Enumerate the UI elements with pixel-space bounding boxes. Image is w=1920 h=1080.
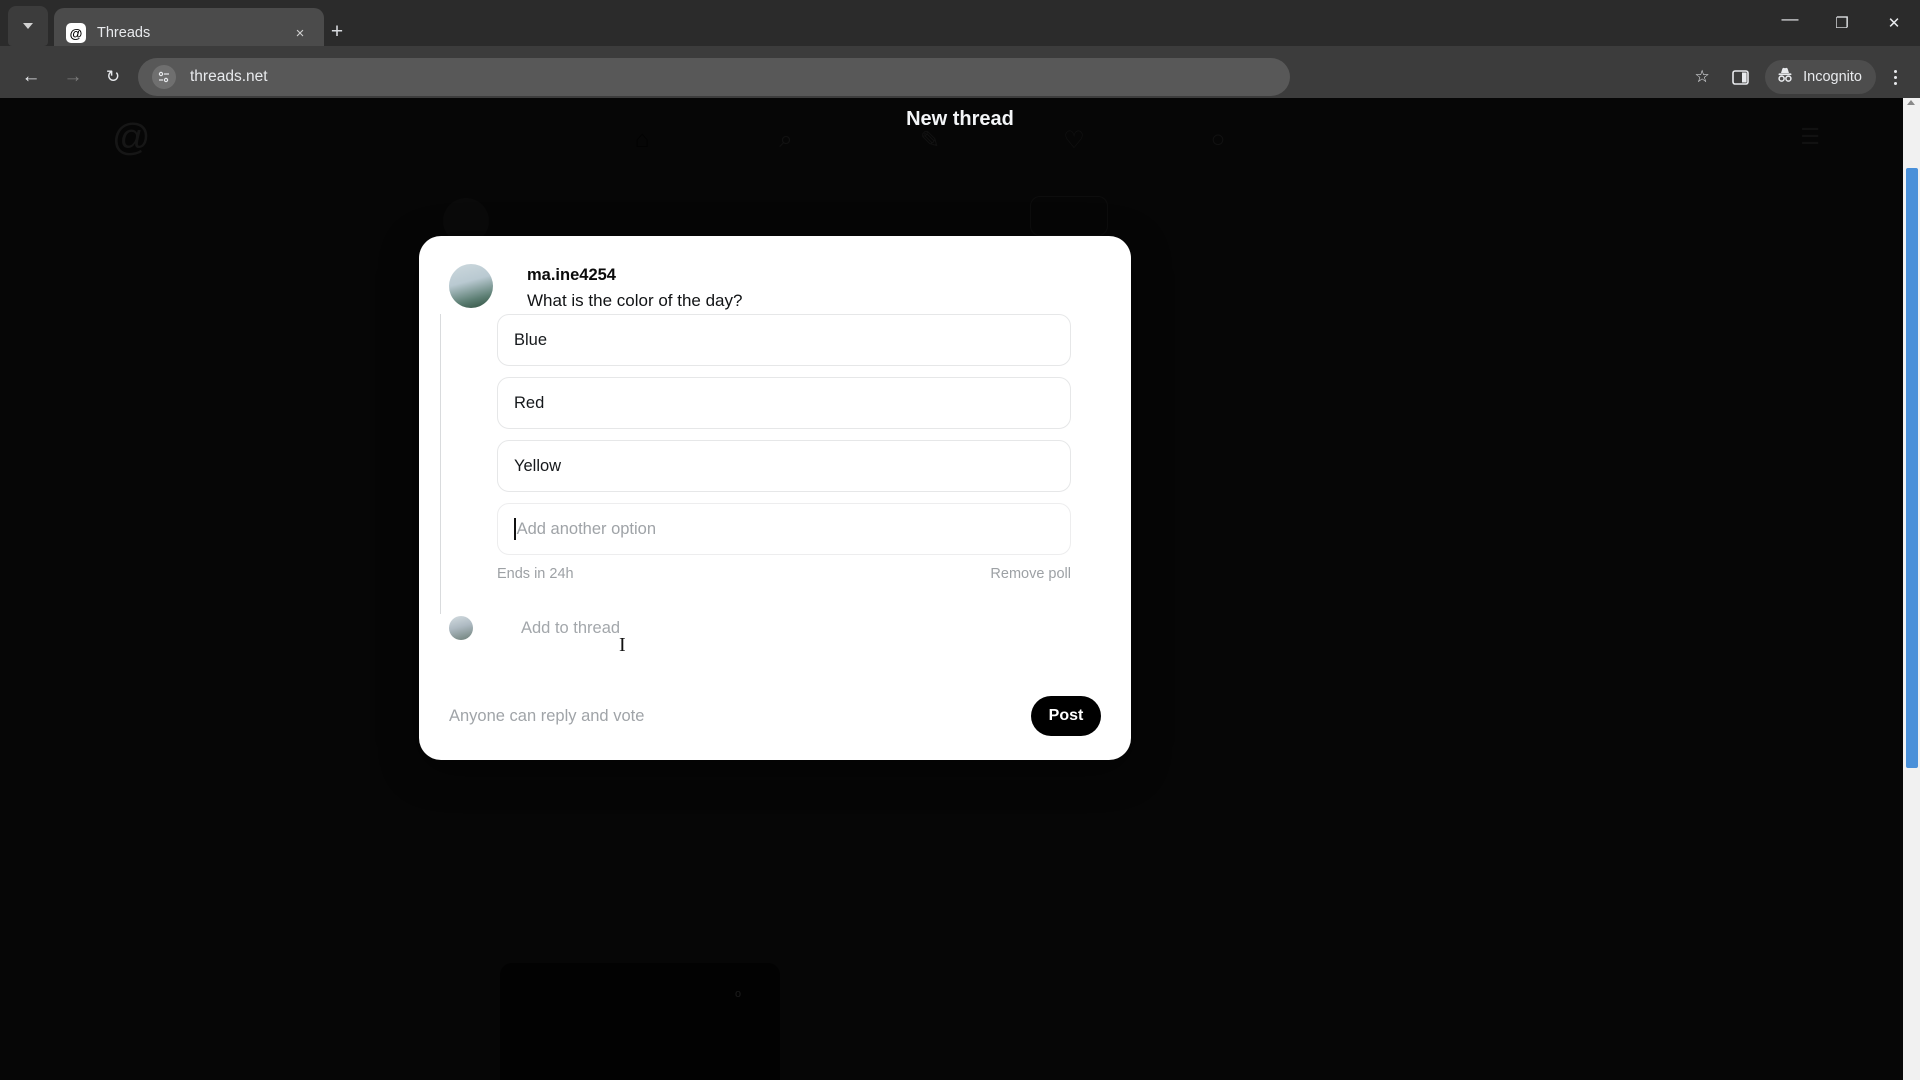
thread-connector-line (440, 314, 441, 614)
add-to-thread-label: Add to thread (521, 618, 621, 637)
window-close-icon[interactable]: ✕ (1868, 0, 1920, 46)
minimize-icon[interactable]: — (1764, 0, 1816, 46)
page-scrollbar[interactable] (1903, 98, 1920, 1080)
composer-header: ma.ine4254 What is the color of the day? (449, 264, 1101, 313)
page-settings-icon[interactable] (152, 65, 176, 89)
incognito-label: Incognito (1803, 69, 1862, 85)
url-text: threads.net (190, 68, 268, 85)
scroll-up-icon[interactable] (1907, 100, 1915, 105)
text-caret (514, 518, 516, 540)
poll-option-2[interactable]: Red (497, 377, 1071, 429)
post-button[interactable]: Post (1031, 696, 1101, 736)
dot (1893, 69, 1897, 73)
new-tab-button[interactable]: + (322, 16, 352, 46)
window-controls: — ❐ ✕ (1764, 0, 1920, 46)
dialog-footer: Anyone can reply and vote Post (449, 696, 1101, 736)
poll-option-value: Blue (514, 330, 548, 349)
screen: @ Threads × + — ❐ ✕ ← → ↻ threads.net ☆ … (0, 0, 1920, 1080)
scrollbar-thumb[interactable] (1906, 168, 1918, 768)
incognito-hat-icon (1775, 66, 1795, 89)
new-thread-dialog: ma.ine4254 What is the color of the day?… (419, 236, 1131, 760)
incognito-indicator[interactable]: Incognito (1765, 60, 1876, 94)
tab-title: Threads (97, 25, 151, 41)
poll-option-3[interactable]: Yellow (497, 440, 1071, 492)
poll-duration-label[interactable]: Ends in 24h (497, 566, 574, 582)
avatar[interactable] (449, 264, 493, 308)
browser-menu-icon[interactable] (1880, 58, 1910, 96)
username: ma.ine4254 (527, 266, 616, 284)
avatar-small (449, 616, 473, 640)
close-icon[interactable]: × (288, 21, 312, 45)
tab-search-button[interactable] (8, 6, 48, 46)
forward-icon[interactable]: → (56, 60, 90, 94)
modal-title: New thread (906, 108, 1014, 130)
maximize-icon[interactable]: ❐ (1816, 0, 1868, 46)
add-to-thread-row[interactable]: Add to thread (449, 616, 620, 640)
side-panel-icon[interactable] (1721, 58, 1759, 96)
chevron-down-icon (23, 23, 33, 29)
reply-permission-button[interactable]: Anyone can reply and vote (449, 707, 644, 726)
poll-footer: Ends in 24h Remove poll (497, 566, 1071, 582)
composer: ma.ine4254 What is the color of the day? (449, 264, 1101, 313)
composer-text-block: ma.ine4254 What is the color of the day? (527, 264, 742, 313)
poll-option-placeholder: Add another option (516, 519, 657, 538)
poll-option-value: Yellow (514, 456, 562, 475)
bookmark-star-icon[interactable]: ☆ (1683, 58, 1721, 96)
poll-option-value: Red (514, 393, 545, 412)
back-icon[interactable]: ← (14, 60, 48, 94)
dot (1893, 81, 1897, 85)
thread-text[interactable]: What is the color of the day? (527, 289, 742, 313)
poll-option-1[interactable]: Blue (497, 314, 1071, 366)
mouse-cursor-ibeam: I (619, 634, 626, 656)
reload-icon[interactable]: ↻ (96, 60, 130, 94)
address-bar[interactable]: threads.net (138, 58, 1290, 96)
dot (1893, 75, 1897, 79)
toolbar-actions: ☆ Incognito (1683, 58, 1910, 96)
poll-option-new-input[interactable]: Add another option (497, 503, 1071, 555)
poll-composer: Blue Red Yellow Add another option Ends … (497, 314, 1071, 582)
threads-favicon-icon: @ (66, 23, 86, 43)
remove-poll-button[interactable]: Remove poll (990, 566, 1071, 582)
